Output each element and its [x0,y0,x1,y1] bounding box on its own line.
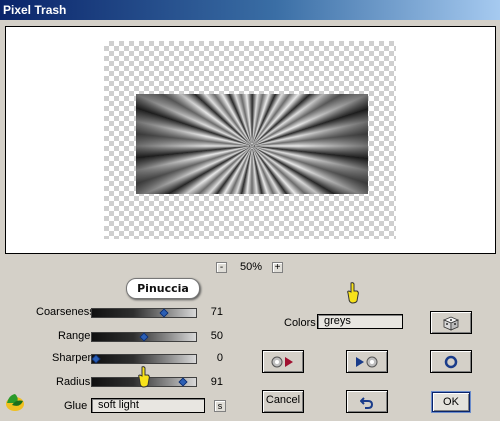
reset-circle-button[interactable] [430,350,472,373]
range-label: Range [58,330,91,342]
radius-value: 91 [210,376,223,388]
next-preset-icon [356,356,378,368]
coarseness-slider[interactable] [91,308,197,318]
effect-shade-right [298,94,368,194]
transparency-checkerboard [104,41,396,239]
pointing-hand-icon [346,282,360,307]
radius-label: Radius [56,376,91,388]
coarseness-label: Coarseness [36,306,95,318]
slider-thumb[interactable] [139,332,149,342]
glue-select[interactable]: soft light [91,398,205,413]
zoom-out-button[interactable]: - [216,262,227,273]
coarseness-value: 71 [210,306,223,318]
undo-icon [359,397,374,409]
slider-thumb[interactable] [178,377,188,387]
zoom-in-button[interactable]: + [272,262,283,273]
zoom-level: 50% [240,261,263,273]
title-bar: Pixel Trash [0,0,500,20]
circle-icon [444,355,458,369]
preview-panel[interactable] [5,26,496,254]
sharpen-label: Sharpen [52,352,94,364]
previous-preset-button[interactable] [262,350,304,373]
randomize-button[interactable] [430,311,472,334]
range-value: 50 [210,330,223,342]
undo-button[interactable] [346,390,388,413]
colors-label: Colors [284,317,316,329]
ok-button[interactable]: OK [432,392,470,412]
dice-icon [442,316,460,331]
prev-preset-icon [271,356,293,368]
slider-thumb[interactable] [91,354,101,364]
author-logo: Pinuccia [126,278,200,299]
pointing-hand-icon [137,366,151,391]
window-title: Pixel Trash [3,3,67,17]
next-preset-button[interactable] [346,350,388,373]
slider-thumb[interactable] [159,308,169,318]
app-logo-icon [4,391,26,413]
effect-shade-left [136,94,206,194]
sharpen-slider[interactable] [91,354,197,364]
sharpen-value: 0 [216,352,223,364]
range-slider[interactable] [91,332,197,342]
effect-preview-image [136,94,368,194]
cancel-button[interactable]: Cancel [262,390,304,413]
colors-select[interactable]: greys [317,314,403,329]
glue-toggle-button[interactable]: s [214,400,226,412]
glue-label: Glue [64,400,88,412]
